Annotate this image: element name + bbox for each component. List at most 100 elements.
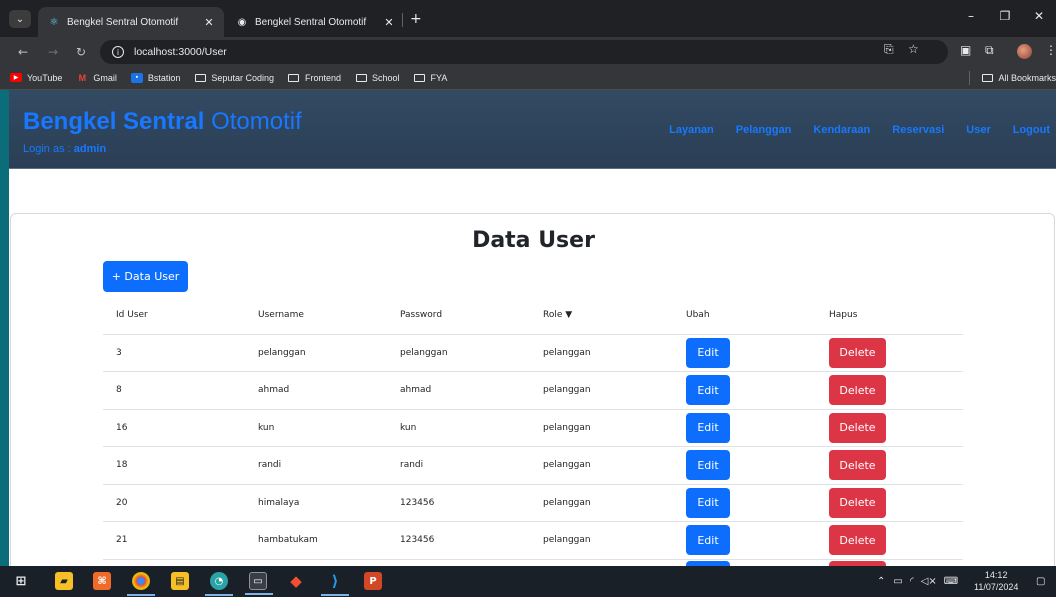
back-icon[interactable]: ←: [14, 43, 32, 61]
clock-date: 11/07/2024: [974, 582, 1019, 592]
table-row: 3 pelanggan pelanggan pelanggan Edit Del…: [103, 334, 963, 372]
page-title: Data User: [472, 228, 595, 253]
chrome-profile-icon[interactable]: ◔: [205, 572, 233, 596]
folder-taskbar-icon[interactable]: ▤: [171, 572, 189, 590]
minimize-icon[interactable]: –: [954, 0, 988, 32]
close-tab-icon[interactable]: ✕: [200, 16, 218, 29]
bookmark-bstation[interactable]: ▪ Bstation: [130, 72, 180, 83]
vscode-icon[interactable]: ⟩: [321, 572, 349, 596]
cell-hapus: Delete: [816, 484, 963, 522]
extension-icon[interactable]: ▣: [960, 43, 971, 57]
volume-muted-icon[interactable]: ◁×: [921, 576, 937, 587]
edit-button[interactable]: Edit: [686, 487, 730, 518]
cell-hapus: [816, 559, 963, 566]
folder-icon: [982, 74, 994, 82]
wifi-icon[interactable]: ◜: [910, 576, 914, 587]
site-info-icon[interactable]: i: [112, 46, 124, 58]
delete-button[interactable]: Delete: [829, 375, 886, 406]
cell-ubah: Edit: [673, 409, 816, 447]
nav-kendaraan[interactable]: Kendaraan: [813, 124, 870, 136]
bstation-icon: ▪: [130, 72, 143, 83]
login-prefix: Login as :: [23, 143, 71, 155]
git-icon[interactable]: ◆: [287, 572, 305, 590]
app-launcher-icon[interactable]: ⌘: [93, 572, 111, 590]
battery-icon[interactable]: ▭: [893, 576, 902, 587]
tray-overflow-icon[interactable]: ⌃: [877, 576, 885, 587]
cell-username: kun: [245, 409, 387, 447]
forward-icon[interactable]: →: [44, 43, 62, 61]
delete-button[interactable]: Delete: [829, 412, 886, 443]
menu-kebab-icon[interactable]: ⋮: [1045, 43, 1056, 57]
bookmark-folder-frontend[interactable]: Frontend: [288, 73, 341, 83]
new-tab-button[interactable]: +: [410, 11, 422, 27]
all-bookmarks-label: All Bookmarks: [998, 73, 1056, 83]
delete-button[interactable]: Delete: [829, 487, 886, 518]
chrome-icon[interactable]: [127, 572, 155, 596]
close-tab-icon[interactable]: ✕: [380, 16, 398, 29]
bookmark-youtube[interactable]: ▶ YouTube: [10, 73, 62, 83]
bookmark-label: School: [372, 72, 400, 83]
window-controls: – ❐ ✕: [954, 0, 1056, 32]
table-row: 20 himalaya 123456 pelanggan Edit Delete: [103, 484, 963, 522]
notification-icon[interactable]: ▢: [1036, 566, 1045, 597]
browser-tab-active[interactable]: ⚛ Bengkel Sentral Otomotif ✕: [38, 7, 224, 37]
bookmark-folder-school[interactable]: School: [355, 73, 400, 83]
nav-logout[interactable]: Logout: [1013, 124, 1050, 136]
cell-username: himalaya: [245, 484, 387, 522]
cell-role: pelanggan: [530, 446, 673, 485]
cell-ubah: [673, 559, 816, 566]
edit-button[interactable]: Edit: [686, 375, 730, 406]
restore-icon[interactable]: ❐: [988, 0, 1022, 32]
cell-role: pelanggan: [530, 371, 673, 410]
windows-start-icon[interactable]: ⊞: [12, 572, 30, 590]
cell-id: 16: [103, 409, 245, 447]
file-explorer-icon[interactable]: ▰: [55, 572, 73, 590]
tab-title: Bengkel Sentral Otomotif: [255, 16, 367, 28]
column-header-id: Id User: [103, 297, 245, 335]
edit-button[interactable]: Edit: [686, 412, 730, 443]
cell-password: kun: [387, 409, 530, 447]
nav-user[interactable]: User: [966, 124, 990, 136]
powerpoint-icon[interactable]: P: [364, 572, 382, 590]
login-status: Login as : admin: [23, 143, 106, 155]
page-viewport: Bengkel Sentral Otomotif Login as : admi…: [9, 90, 1056, 566]
extensions-puzzle-icon[interactable]: ⧉: [985, 43, 994, 58]
terminal-icon[interactable]: ▭: [245, 572, 273, 595]
cell-password: 123456: [387, 521, 530, 560]
cell-password: ahmad: [387, 371, 530, 410]
bookmark-folder-seputar-coding[interactable]: Seputar Coding: [194, 73, 274, 83]
youtube-icon: ▶: [10, 73, 22, 82]
edit-button[interactable]: Edit: [686, 337, 730, 368]
nav-layanan[interactable]: Layanan: [669, 124, 714, 136]
all-bookmarks[interactable]: All Bookmarks: [969, 66, 1056, 90]
delete-button[interactable]: Delete: [829, 525, 886, 556]
address-bar[interactable]: i localhost:3000/User: [100, 40, 948, 64]
cell-ubah: Edit: [673, 446, 816, 485]
folder-icon: [288, 73, 300, 83]
site-brand[interactable]: Bengkel Sentral Otomotif: [23, 108, 302, 136]
edit-button[interactable]: Edit: [686, 450, 730, 481]
bookmark-star-icon[interactable]: ☆: [908, 42, 919, 56]
reload-icon[interactable]: ↻: [72, 43, 90, 61]
cell-ubah: Edit: [673, 371, 816, 410]
cell-role: pelanggan: [530, 484, 673, 522]
browser-tab[interactable]: ◉ Bengkel Sentral Otomotif ✕: [226, 7, 404, 37]
system-clock[interactable]: 14:12 11/07/2024: [974, 569, 1018, 593]
delete-button[interactable]: Delete: [829, 450, 886, 481]
cell-hapus: Delete: [816, 371, 963, 410]
column-header-hapus: Hapus: [816, 297, 963, 335]
edit-button[interactable]: Edit: [686, 525, 730, 556]
system-tray: ⌃ ▭ ◜ ◁× ⌨: [877, 566, 958, 597]
delete-button[interactable]: Delete: [829, 337, 886, 368]
profile-avatar[interactable]: [1017, 44, 1032, 59]
close-window-icon[interactable]: ✕: [1022, 0, 1056, 32]
install-app-icon[interactable]: ⎘: [884, 42, 894, 57]
tab-search-button[interactable]: ⌄: [9, 10, 31, 28]
bookmark-folder-fya[interactable]: FYA: [414, 73, 447, 83]
add-user-button[interactable]: + Data User: [103, 261, 188, 292]
column-header-role-sort[interactable]: Role ▼: [530, 297, 673, 335]
bookmark-gmail[interactable]: M Gmail: [76, 73, 117, 83]
keyboard-icon[interactable]: ⌨: [944, 576, 958, 587]
nav-pelanggan[interactable]: Pelanggan: [736, 124, 792, 136]
nav-reservasi[interactable]: Reservasi: [892, 124, 944, 136]
